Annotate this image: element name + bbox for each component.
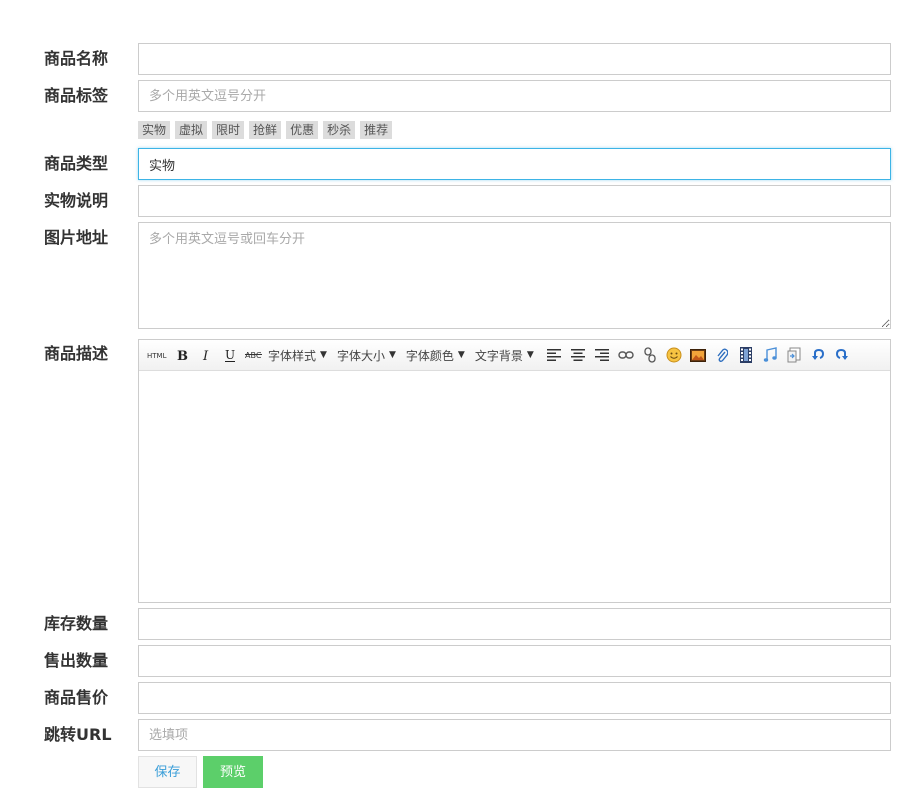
image-urls-label: 图片地址 bbox=[44, 228, 109, 247]
physical-note-input[interactable] bbox=[138, 185, 891, 217]
preview-button[interactable]: 预览 bbox=[203, 756, 263, 788]
quick-tag-recommend[interactable]: 推荐 bbox=[360, 121, 393, 139]
font-color-label: 字体颜色 bbox=[405, 348, 454, 363]
stock-label: 库存数量 bbox=[44, 614, 109, 633]
price-input[interactable] bbox=[138, 682, 891, 714]
align-right-icon[interactable] bbox=[590, 344, 614, 366]
attachment-icon[interactable] bbox=[710, 344, 734, 366]
sold-label: 售出数量 bbox=[44, 651, 109, 670]
svg-text:U: U bbox=[225, 348, 235, 362]
unlink-icon[interactable] bbox=[638, 344, 662, 366]
font-style-dropdown[interactable]: 字体样式 ▼ bbox=[268, 344, 327, 366]
quick-tag-flash-sale[interactable]: 秒杀 bbox=[323, 121, 356, 139]
caret-down-icon: ▼ bbox=[388, 350, 396, 360]
font-size-dropdown[interactable]: 字体大小 ▼ bbox=[337, 344, 396, 366]
editor-content-area[interactable] bbox=[139, 371, 890, 602]
image-icon[interactable] bbox=[686, 344, 710, 366]
align-left-icon[interactable] bbox=[542, 344, 566, 366]
quick-tag-virtual[interactable]: 虚拟 bbox=[175, 121, 208, 139]
svg-text:HTML: HTML bbox=[147, 352, 167, 360]
align-center-icon[interactable] bbox=[566, 344, 590, 366]
redirect-url-input[interactable] bbox=[138, 719, 891, 751]
rich-text-editor: HTML B I U ABC 字体样式 ▼ 字体大小 ▼ 字体颜色 ▼ 文字背景 ▼ bbox=[138, 339, 891, 603]
svg-text:I: I bbox=[202, 349, 209, 362]
font-style-label: 字体样式 bbox=[268, 348, 317, 363]
music-icon[interactable] bbox=[758, 344, 782, 366]
redirect-url-label: 跳转URL bbox=[44, 725, 112, 744]
stock-input[interactable] bbox=[138, 608, 891, 640]
font-size-label: 字体大小 bbox=[336, 348, 385, 363]
product-type-input[interactable] bbox=[138, 148, 891, 180]
editor-toolbar: HTML B I U ABC 字体样式 ▼ 字体大小 ▼ 字体颜色 ▼ 文字背景 ▼ bbox=[139, 340, 890, 371]
description-label: 商品描述 bbox=[44, 344, 109, 363]
html-icon[interactable]: HTML bbox=[144, 344, 170, 366]
svg-text:B: B bbox=[177, 349, 188, 362]
sold-input[interactable] bbox=[138, 645, 891, 677]
underline-icon[interactable]: U bbox=[218, 344, 242, 366]
svg-text:ABC: ABC bbox=[245, 351, 262, 360]
image-urls-textarea[interactable] bbox=[138, 222, 891, 329]
text-bg-label: 文字背景 bbox=[474, 348, 523, 363]
caret-down-icon: ▼ bbox=[457, 350, 465, 360]
undo-icon[interactable] bbox=[806, 344, 830, 366]
quick-tags: 实物 虚拟 限时 抢鲜 优惠 秒杀 推荐 bbox=[138, 121, 393, 139]
quick-tag-physical[interactable]: 实物 bbox=[138, 121, 171, 139]
insert-code-icon[interactable] bbox=[782, 344, 806, 366]
product-name-label: 商品名称 bbox=[44, 49, 109, 68]
product-name-input[interactable] bbox=[138, 43, 891, 75]
quick-tag-discount[interactable]: 优惠 bbox=[286, 121, 319, 139]
product-tags-input[interactable] bbox=[138, 80, 891, 112]
caret-down-icon: ▼ bbox=[526, 350, 534, 360]
physical-note-label: 实物说明 bbox=[44, 191, 109, 210]
font-color-dropdown[interactable]: 字体颜色 ▼ bbox=[406, 344, 465, 366]
video-icon[interactable] bbox=[734, 344, 758, 366]
strikethrough-icon[interactable]: ABC bbox=[242, 344, 266, 366]
redo-icon[interactable] bbox=[830, 344, 854, 366]
product-tags-label: 商品标签 bbox=[44, 86, 109, 105]
price-label: 商品售价 bbox=[44, 688, 109, 707]
quick-tag-fresh[interactable]: 抢鲜 bbox=[249, 121, 282, 139]
save-button[interactable]: 保存 bbox=[138, 756, 197, 788]
product-type-label: 商品类型 bbox=[44, 154, 109, 173]
italic-icon[interactable]: I bbox=[194, 344, 218, 366]
text-bg-dropdown[interactable]: 文字背景 ▼ bbox=[475, 344, 534, 366]
emoticon-icon[interactable] bbox=[662, 344, 686, 366]
caret-down-icon: ▼ bbox=[320, 350, 327, 360]
quick-tag-limited[interactable]: 限时 bbox=[212, 121, 245, 139]
bold-icon[interactable]: B bbox=[170, 344, 194, 366]
link-icon[interactable] bbox=[614, 344, 638, 366]
